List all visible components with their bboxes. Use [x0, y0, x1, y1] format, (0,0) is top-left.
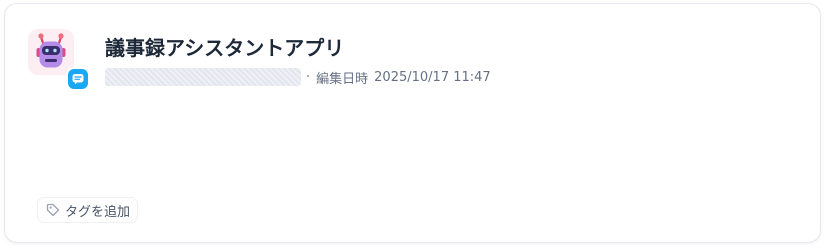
- app-meta: · 編集日時 2025/10/17 11:47: [105, 67, 491, 87]
- edited-label: 編集日時: [316, 71, 369, 87]
- tag-icon: [45, 202, 61, 218]
- chat-icon: [68, 69, 88, 89]
- chat-badge: [66, 67, 90, 91]
- meta-separator: ·: [306, 69, 311, 85]
- app-icon: [28, 29, 90, 91]
- author-name-redacted: [105, 68, 301, 86]
- edited-datetime: 2025/10/17 11:47: [374, 69, 491, 85]
- app-title[interactable]: 議事録アシスタントアプリ: [105, 35, 344, 61]
- add-tag-label: タグを追加: [65, 204, 131, 220]
- add-tag-button[interactable]: タグを追加: [37, 197, 139, 223]
- app-card[interactable]: 議事録アシスタントアプリ · 編集日時 2025/10/17 11:47 タグを…: [4, 3, 821, 243]
